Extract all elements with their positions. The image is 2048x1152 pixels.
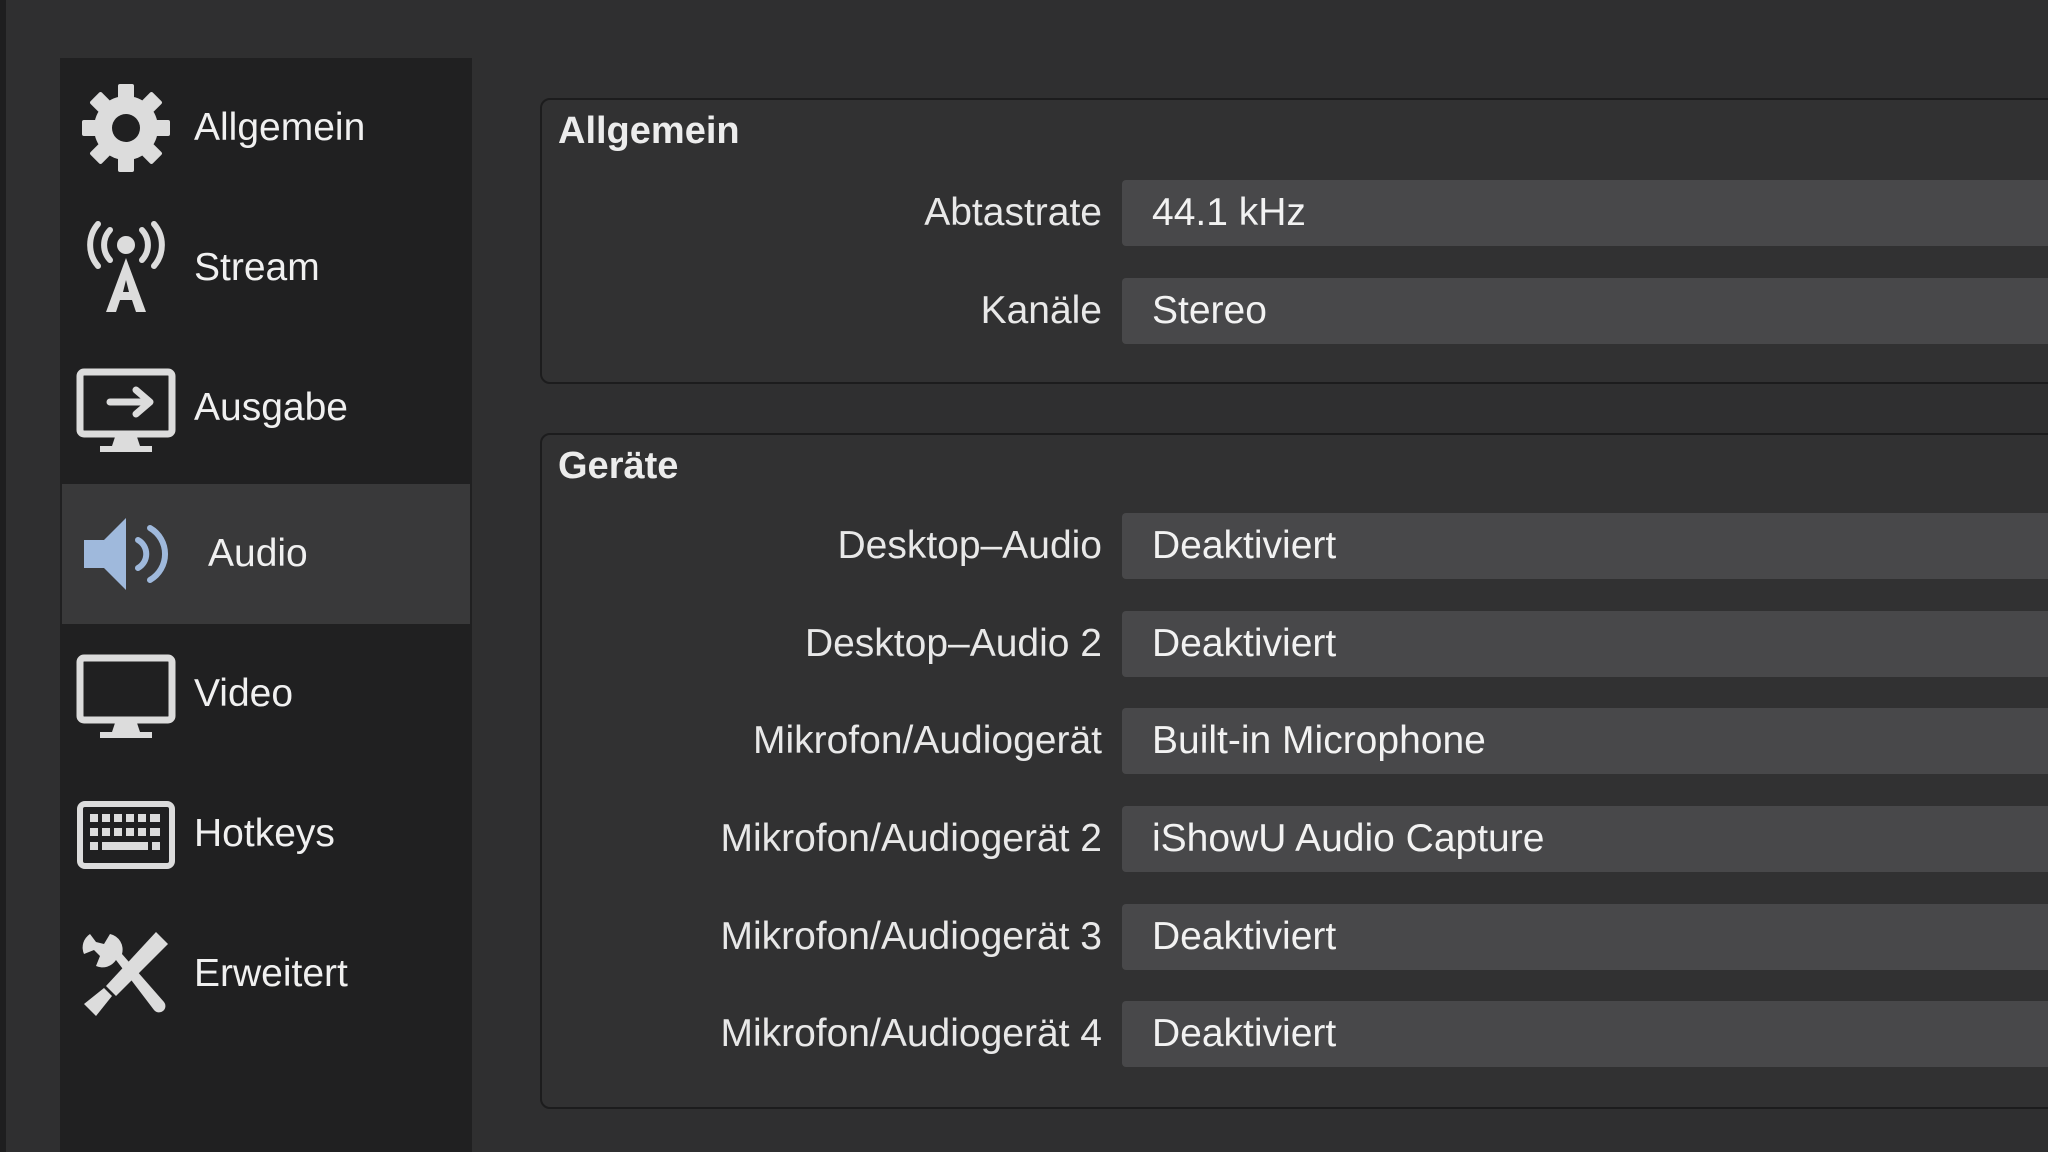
sidebar-item-label: Video	[194, 672, 294, 715]
sidebar-item-label: Stream	[194, 246, 320, 289]
gear-icon	[82, 84, 170, 172]
sidebar-item-label: Allgemein	[194, 106, 366, 149]
sample-rate-select[interactable]: 44.1 kHz	[1122, 180, 2048, 246]
channels-row: Kanäle Stereo	[542, 278, 2048, 344]
sidebar-item-erweitert[interactable]: Erweitert	[60, 904, 472, 1044]
device-row: Desktop–Audio Deaktiviert	[542, 513, 2048, 579]
device-select[interactable]: iShowU Audio Capture	[1122, 806, 2048, 872]
device-label: Mikrofon/Audiogerät 3	[720, 915, 1102, 958]
device-select[interactable]: Deaktiviert	[1122, 904, 2048, 970]
sidebar-item-label: Audio	[208, 532, 308, 575]
output-icon	[76, 368, 176, 452]
sidebar-item-hotkeys[interactable]: Hotkeys	[60, 764, 472, 904]
settings-sidebar: Allgemein Stream Ausgabe Audio Video Hot…	[60, 58, 472, 1152]
group-title: Geräte	[558, 445, 679, 487]
general-group: Allgemein Abtastrate 44.1 kHz Kanäle Ste…	[540, 98, 2048, 384]
window-edge	[0, 0, 6, 1152]
device-label: Mikrofon/Audiogerät 2	[720, 817, 1102, 860]
monitor-icon	[76, 654, 176, 738]
sample-rate-row: Abtastrate 44.1 kHz	[542, 180, 2048, 246]
sidebar-item-label: Erweitert	[194, 952, 348, 995]
sidebar-item-stream[interactable]: Stream	[60, 198, 472, 338]
sidebar-item-label: Ausgabe	[194, 386, 348, 429]
sidebar-item-audio[interactable]: Audio	[62, 484, 470, 624]
device-label: Desktop–Audio 2	[804, 622, 1102, 665]
device-row: Mikrofon/Audiogerät 3 Deaktiviert	[542, 904, 2048, 970]
device-row: Mikrofon/Audiogerät 4 Deaktiviert	[542, 1001, 2048, 1067]
channels-select[interactable]: Stereo	[1122, 278, 2048, 344]
sidebar-item-video[interactable]: Video	[60, 624, 472, 764]
device-select[interactable]: Deaktiviert	[1122, 513, 2048, 579]
device-label: Desktop–Audio	[837, 524, 1102, 567]
channels-label: Kanäle	[980, 289, 1102, 332]
sidebar-item-label: Hotkeys	[194, 812, 335, 855]
device-select[interactable]: Deaktiviert	[1122, 611, 2048, 677]
speaker-icon	[84, 518, 169, 590]
sample-rate-label: Abtastrate	[924, 191, 1102, 234]
sidebar-item-allgemein[interactable]: Allgemein	[60, 58, 472, 198]
device-select[interactable]: Built-in Microphone	[1122, 708, 2048, 774]
device-row: Desktop–Audio 2 Deaktiviert	[542, 611, 2048, 677]
keyboard-icon	[77, 801, 175, 869]
devices-group: Geräte Desktop–Audio Deaktiviert Desktop…	[540, 433, 2048, 1109]
device-label: Mikrofon/Audiogerät 4	[720, 1012, 1102, 1055]
device-select[interactable]: Deaktiviert	[1122, 1001, 2048, 1067]
device-row: Mikrofon/Audiogerät 2 iShowU Audio Captu…	[542, 806, 2048, 872]
sidebar-item-ausgabe[interactable]: Ausgabe	[60, 338, 472, 478]
antenna-icon	[87, 221, 165, 312]
device-row: Mikrofon/Audiogerät Built-in Microphone	[542, 708, 2048, 774]
device-label: Mikrofon/Audiogerät	[752, 719, 1102, 762]
group-title: Allgemein	[558, 110, 740, 152]
tools-icon	[82, 932, 168, 1016]
